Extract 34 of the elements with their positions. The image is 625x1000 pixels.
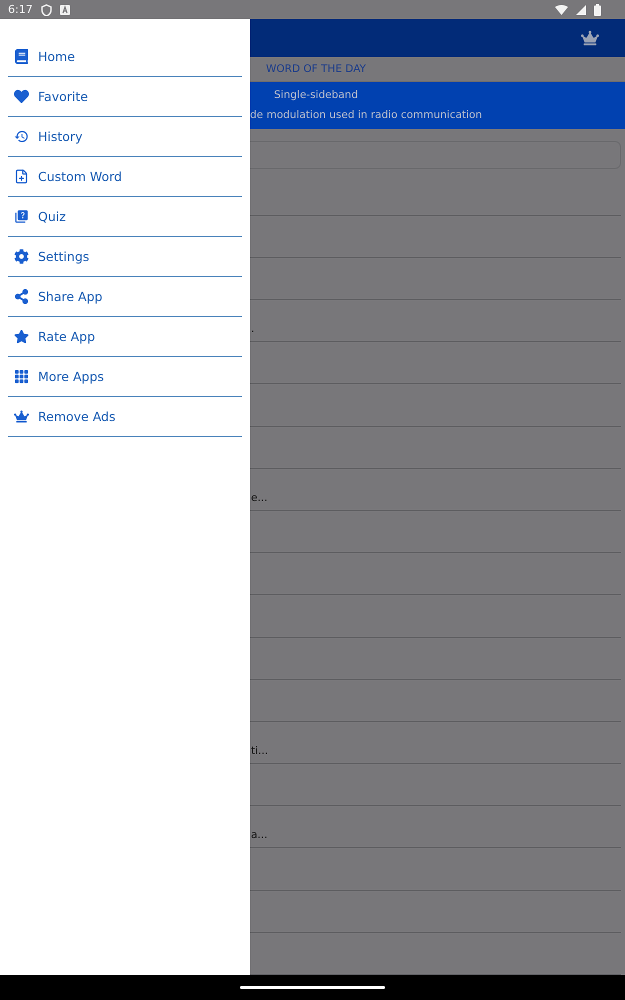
home-handle[interactable] bbox=[240, 986, 385, 989]
keyboard-badge-icon bbox=[60, 4, 70, 14]
drawer-item[interactable]: Home bbox=[8, 37, 242, 77]
word-title: Single-sideband bbox=[273, 89, 359, 102]
drawer-item[interactable]: Rate App bbox=[8, 317, 242, 357]
drawer-item[interactable]: Quiz bbox=[8, 197, 242, 237]
word-definition: de modulation used in radio communication bbox=[250, 109, 484, 122]
list-row[interactable]: e... bbox=[250, 468, 621, 511]
list-row[interactable]: . bbox=[250, 300, 621, 342]
heart-icon bbox=[12, 89, 30, 104]
battery-icon bbox=[594, 4, 601, 16]
star-icon bbox=[12, 329, 30, 344]
drawer-item[interactable]: Favorite bbox=[8, 77, 242, 117]
book-icon bbox=[12, 49, 30, 64]
crown-icon bbox=[12, 409, 30, 424]
drawer-item[interactable]: History bbox=[8, 117, 242, 157]
drawer-item[interactable]: Remove Ads bbox=[8, 397, 242, 437]
drawer-item[interactable]: Settings bbox=[8, 237, 242, 277]
search-field[interactable] bbox=[250, 141, 621, 170]
section-heading: WORD OF THE DAY bbox=[266, 62, 366, 75]
grid-icon bbox=[12, 369, 30, 384]
drawer-item[interactable]: More Apps bbox=[8, 357, 242, 397]
status-time: 6:17 bbox=[8, 3, 33, 16]
shield-icon bbox=[40, 4, 52, 16]
drawer-item[interactable]: Custom Word bbox=[8, 157, 242, 197]
crown-icon[interactable] bbox=[581, 28, 599, 47]
drawer-item[interactable]: Share App bbox=[8, 277, 242, 317]
history-icon bbox=[12, 129, 30, 144]
wifi-icon bbox=[555, 4, 568, 14]
list-row[interactable]: a... bbox=[250, 806, 621, 848]
signal-icon bbox=[576, 4, 586, 14]
settings-icon bbox=[12, 249, 30, 264]
share-icon bbox=[12, 289, 30, 304]
list-row[interactable]: ti... bbox=[250, 722, 621, 764]
